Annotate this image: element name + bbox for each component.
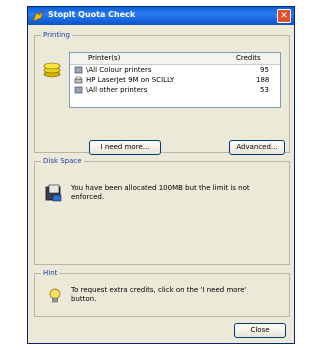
advanced-button[interactable]: Advanced...	[229, 140, 285, 155]
coins-icon	[43, 62, 61, 78]
printer-name: \All other printers	[86, 86, 148, 94]
table-row[interactable]: \All other printers 53	[70, 85, 280, 95]
title-bar[interactable]: Stoplt Quota Check ✕	[28, 7, 294, 25]
printer-icon	[74, 76, 83, 84]
hint-message: To request extra credits, click on the '…	[71, 286, 247, 303]
printer-name: \All Colour printers	[86, 66, 152, 74]
close-icon: ✕	[280, 11, 288, 21]
lightbulb-icon	[49, 288, 61, 303]
printing-group: Printing Printer(s) Credits \All Colour …	[34, 31, 290, 155]
window-title: Stoplt Quota Check	[48, 10, 136, 19]
list-header: Printer(s) Credits	[70, 53, 280, 65]
printer-group-icon	[74, 66, 83, 74]
app-logo-icon	[32, 10, 44, 22]
close-window-button[interactable]: ✕	[277, 9, 291, 23]
disk-space-group: Disk Space You have been allocated 100MB…	[34, 157, 290, 265]
printer-group-icon	[74, 86, 83, 94]
hint-group: Hint To request extra credits, click on …	[34, 269, 290, 317]
printers-list[interactable]: Printer(s) Credits \All Colour printers …	[69, 52, 281, 108]
close-button[interactable]: Close	[234, 323, 286, 338]
disk-drive-icon	[45, 184, 62, 202]
column-header-printers[interactable]: Printer(s)	[88, 54, 120, 62]
table-row[interactable]: \All Colour printers 95	[70, 65, 280, 75]
disk-space-group-title: Disk Space	[41, 157, 84, 165]
quota-check-dialog: Stoplt Quota Check ✕ Printing Printer(s)…	[27, 6, 295, 344]
disk-space-message: You have been allocated 100MB but the li…	[71, 184, 250, 201]
printer-credits: 188	[256, 76, 270, 84]
need-more-button[interactable]: I need more...	[89, 140, 161, 155]
printer-name: HP LaserJet 9M on SCILLY	[86, 76, 175, 84]
printer-credits: 95	[260, 66, 269, 74]
table-row[interactable]: HP LaserJet 9M on SCILLY 188	[70, 75, 280, 85]
printing-group-title: Printing	[41, 31, 72, 39]
column-header-credits[interactable]: Credits	[236, 54, 261, 62]
hint-group-title: Hint	[41, 269, 60, 277]
printer-credits: 53	[260, 86, 269, 94]
